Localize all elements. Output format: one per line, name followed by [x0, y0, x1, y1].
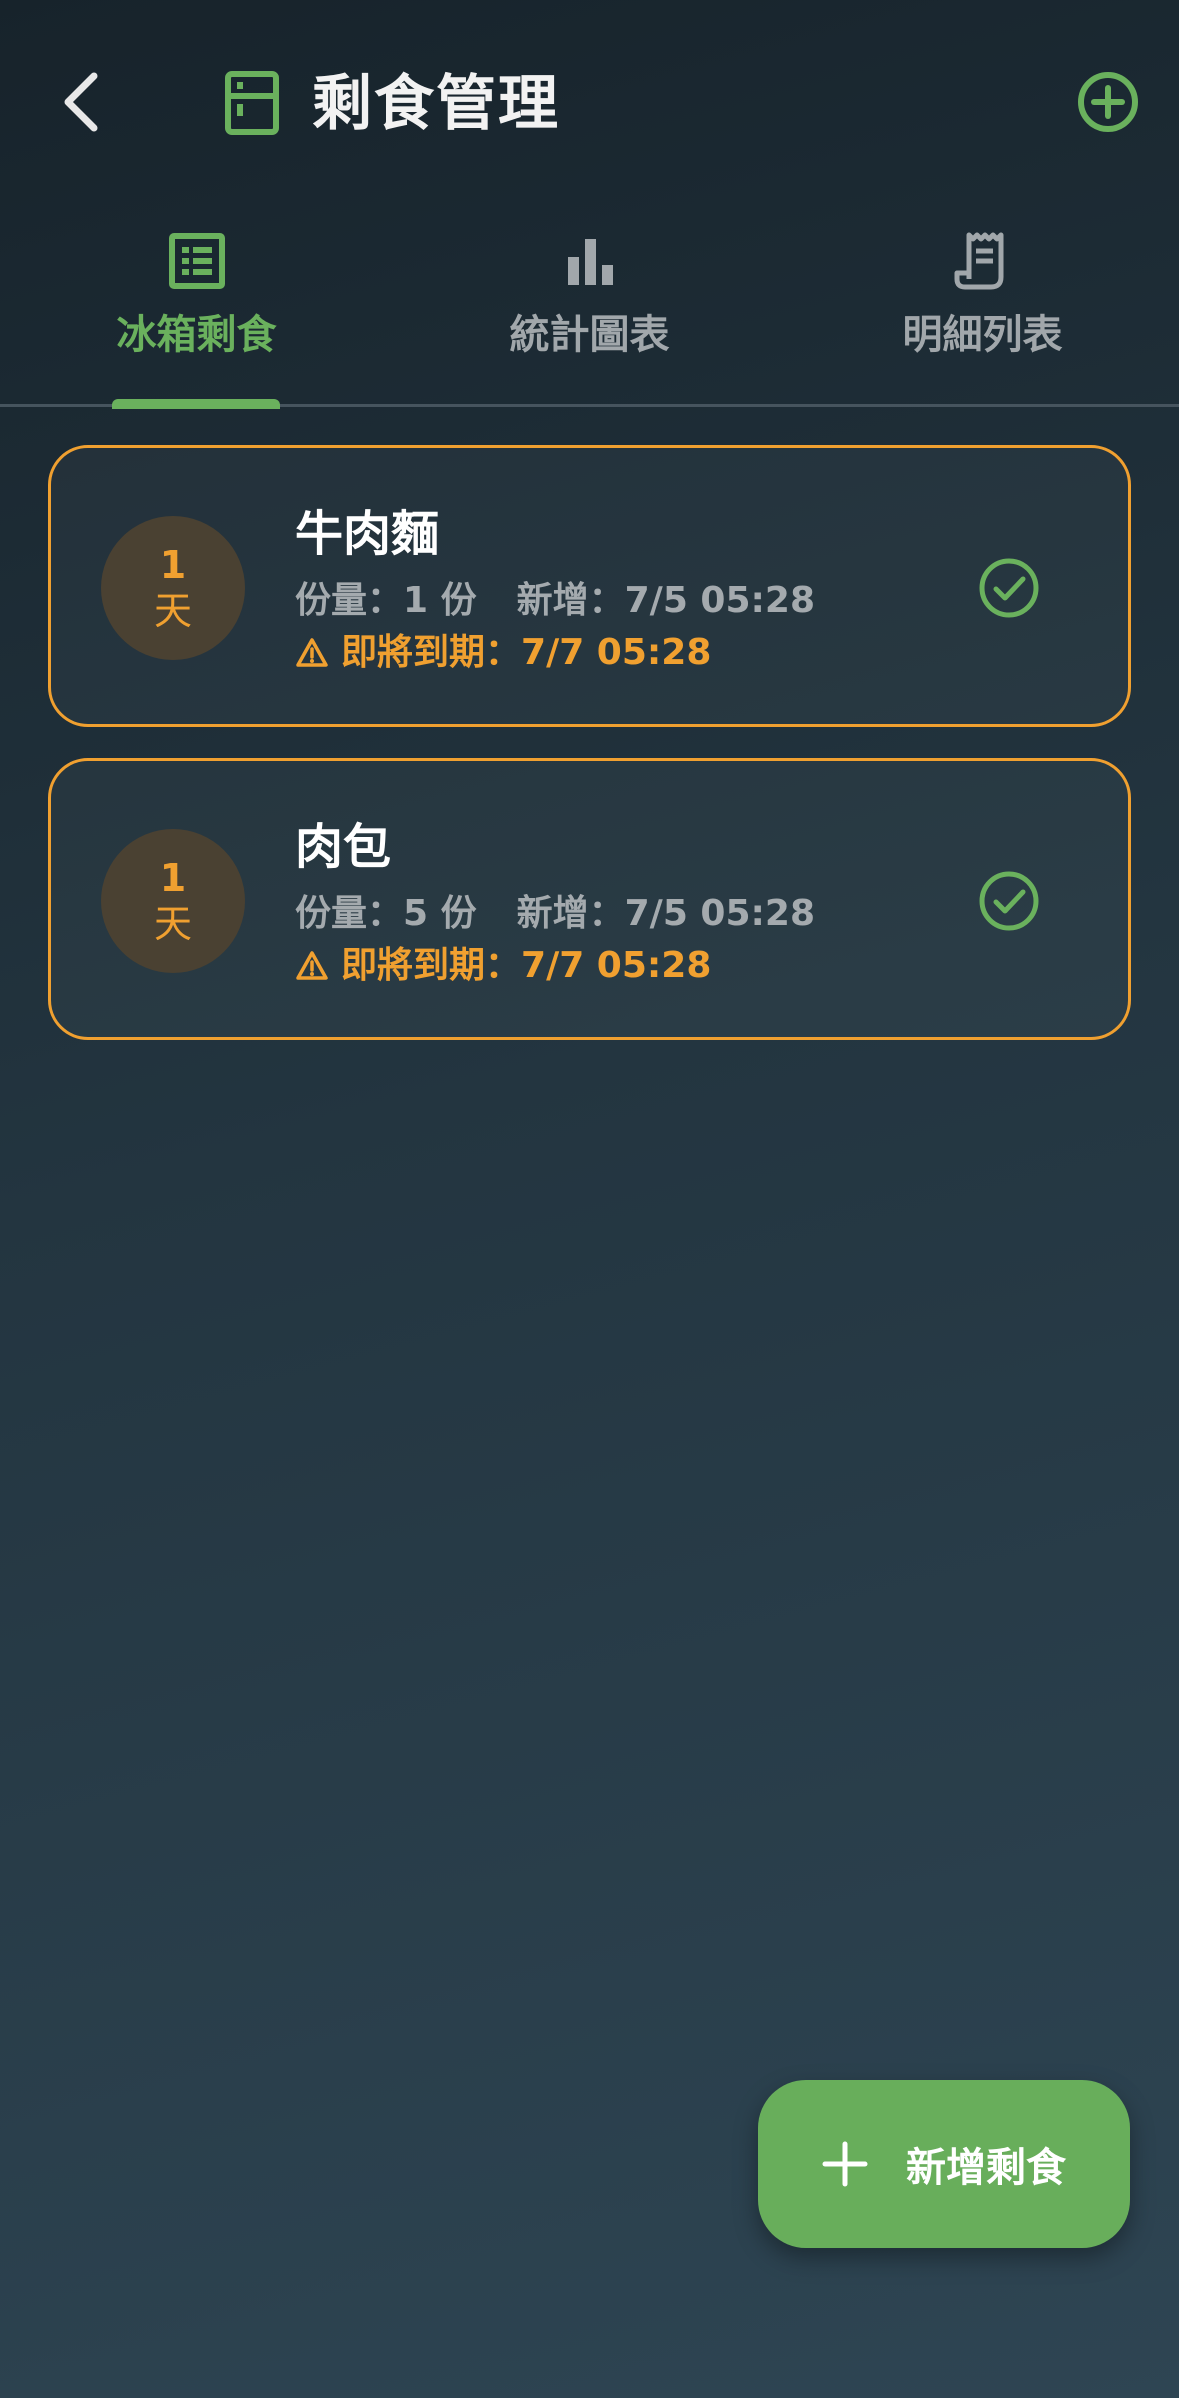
- days-left-badge: 1 天: [101, 829, 245, 973]
- add-leftover-button[interactable]: 新增剩食: [758, 2080, 1130, 2248]
- warning-label: 即將到期：: [341, 945, 522, 986]
- quantity-label: 份量：: [295, 893, 404, 934]
- item-name: 肉包: [295, 819, 392, 875]
- check-circle-icon[interactable]: [977, 869, 1041, 933]
- warning-icon: [296, 951, 328, 980]
- tab-details-list[interactable]: 明細列表: [786, 215, 1179, 407]
- added-value: 7/5 05:28: [624, 580, 815, 621]
- list-item[interactable]: 1 天 牛肉麵 份量：1 份新增：7/5 05:28 即將到期： 7/7 05:2…: [48, 445, 1131, 727]
- list-item[interactable]: 1 天 肉包 份量：5 份新增：7/5 05:28 即將到期： 7/7 05:28: [48, 758, 1131, 1040]
- days-left-number: 1: [159, 856, 187, 900]
- receipt-icon: [954, 232, 1003, 290]
- item-meta: 份量：1 份新增：7/5 05:28: [295, 576, 815, 626]
- expiry-warning: 即將到期： 7/7 05:28: [295, 941, 711, 991]
- tab-label: 明細列表: [902, 312, 1063, 358]
- plus-circle-icon[interactable]: [1076, 70, 1140, 134]
- plus-icon: [822, 2141, 868, 2187]
- tab-fridge-leftovers[interactable]: 冰箱剩食: [0, 215, 393, 409]
- fridge-icon: [225, 71, 279, 135]
- expiry-warning: 即將到期： 7/7 05:28: [295, 628, 711, 678]
- added-label: 新增：: [516, 580, 625, 621]
- back-button[interactable]: [52, 62, 112, 142]
- days-left-number: 1: [159, 543, 187, 587]
- days-left-unit: 天: [153, 589, 192, 633]
- app-header: 剩食管理: [0, 0, 1179, 200]
- chevron-left-icon: [64, 72, 98, 132]
- added-value: 7/5 05:28: [624, 893, 815, 934]
- added-label: 新增：: [516, 893, 625, 934]
- warning-icon: [296, 638, 328, 667]
- tab-statistics[interactable]: 統計圖表: [393, 215, 786, 407]
- expiry-value: 7/7 05:28: [521, 945, 712, 986]
- item-name: 牛肉麵: [295, 506, 440, 562]
- item-meta: 份量：5 份新增：7/5 05:28: [295, 889, 815, 939]
- list-icon: [168, 233, 225, 289]
- tab-label: 統計圖表: [509, 312, 670, 358]
- days-left-badge: 1 天: [101, 516, 245, 660]
- active-tab-indicator: [112, 399, 280, 409]
- warning-label: 即將到期：: [341, 632, 522, 673]
- tab-label: 冰箱剩食: [116, 312, 277, 358]
- quantity-value: 5 份: [403, 893, 477, 934]
- quantity-label: 份量：: [295, 580, 404, 621]
- days-left-unit: 天: [153, 902, 192, 946]
- tab-bar: 冰箱剩食 統計圖表 明細列表: [0, 215, 1179, 409]
- bar-chart-icon: [567, 239, 613, 285]
- fab-label: 新增剩食: [906, 2145, 1066, 2191]
- check-circle-icon[interactable]: [977, 556, 1041, 620]
- page-title: 剩食管理: [312, 69, 560, 139]
- expiry-value: 7/7 05:28: [521, 632, 712, 673]
- quantity-value: 1 份: [403, 580, 477, 621]
